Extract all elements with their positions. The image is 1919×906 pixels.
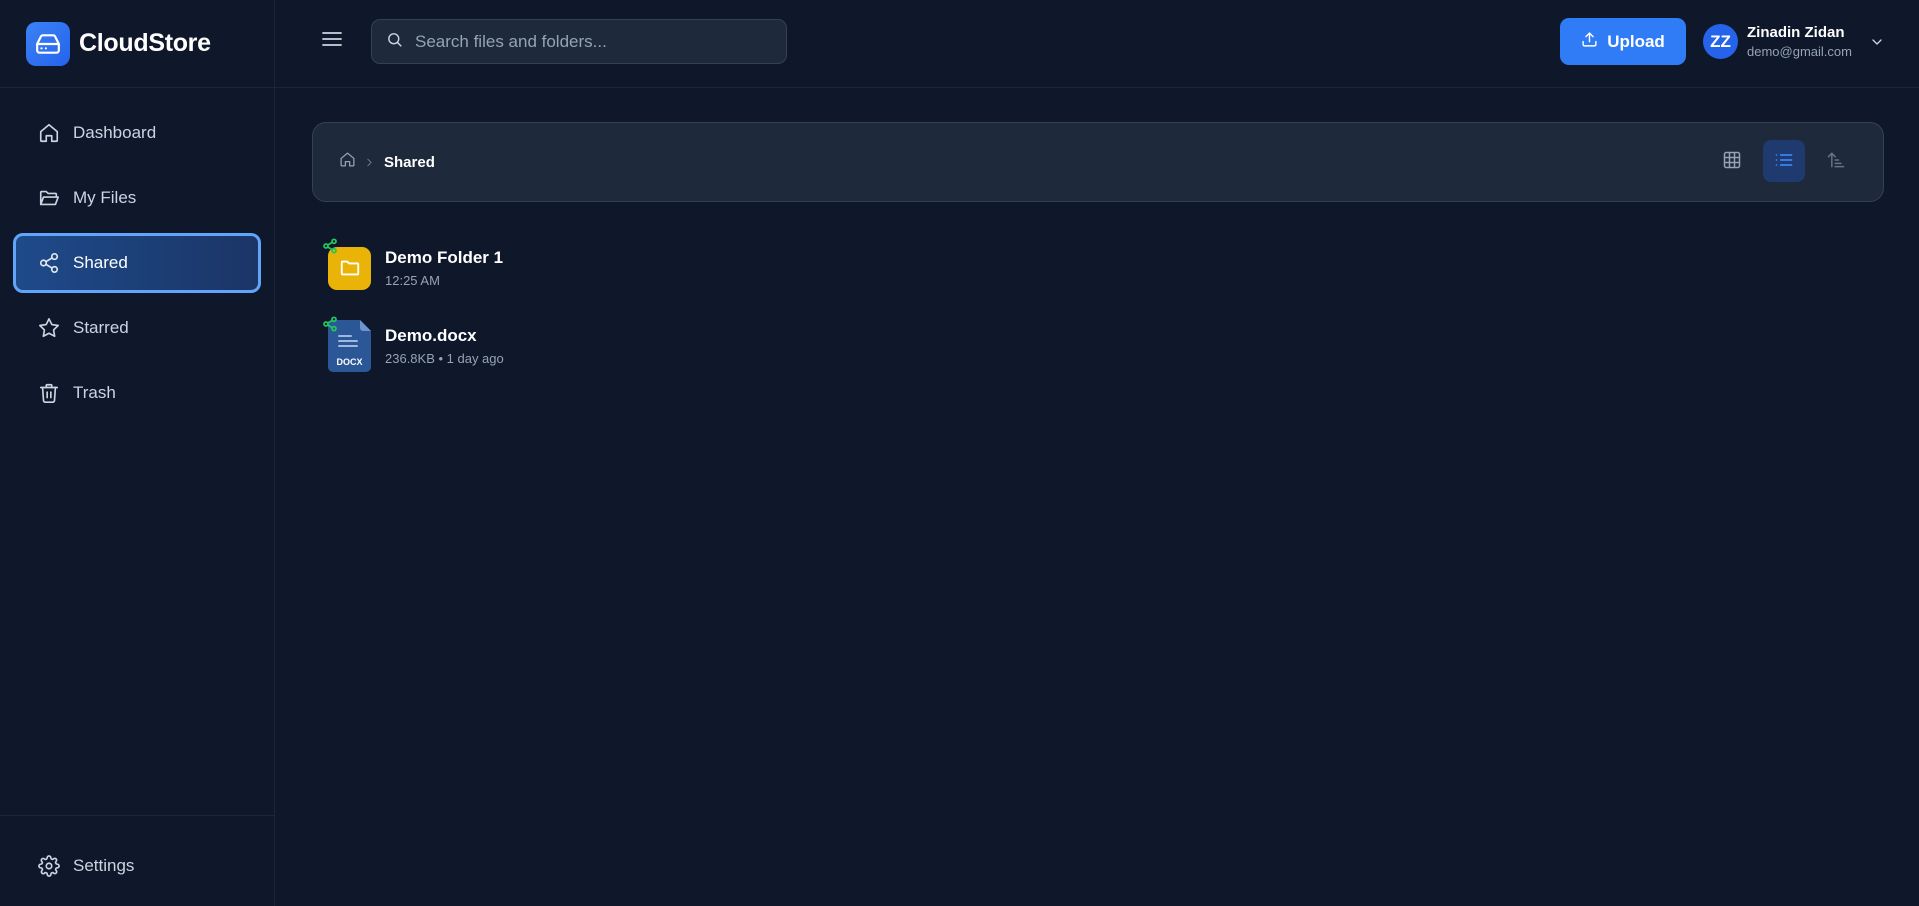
share-icon [37, 251, 61, 275]
brand-name: CloudStore [79, 29, 211, 57]
upload-button[interactable]: Upload [1560, 18, 1686, 65]
trash-icon [37, 381, 61, 405]
sidebar-item-label: Shared [73, 253, 128, 272]
list-view-button[interactable] [1763, 140, 1805, 182]
grid-view-button[interactable] [1711, 140, 1753, 182]
sidebar-nav: Dashboard My Files Shared Starred Trash [0, 88, 274, 433]
sidebar-item-label: Trash [73, 383, 116, 402]
file-details: 12:25 AM [385, 273, 440, 288]
list-icon [1774, 150, 1794, 173]
sidebar-item-starred[interactable]: Starred [13, 298, 261, 358]
user-name: Zinadin Zidan [1747, 24, 1845, 41]
file-name: Demo Folder 1 [385, 248, 504, 267]
sidebar-item-settings[interactable]: Settings [13, 836, 261, 896]
main-content: Shared Demo Folder 1 12:25 AM DOCX Demo.… [275, 89, 1919, 906]
toolbar: Shared [312, 122, 1884, 202]
sidebar-item-label: Starred [73, 318, 129, 337]
sidebar-item-shared[interactable]: Shared [13, 233, 261, 293]
search-box [371, 19, 787, 64]
breadcrumb-home[interactable] [339, 151, 356, 173]
user-info: Zinadin Zidan demo@gmail.com [1747, 24, 1852, 59]
search-input[interactable] [415, 20, 786, 63]
sidebar-item-trash[interactable]: Trash [13, 363, 261, 423]
file-meta: Demo.docx 236.8KB • 1 day ago [385, 326, 504, 366]
sidebar-item-label: Settings [73, 856, 135, 875]
brand[interactable]: CloudStore [0, 0, 274, 88]
file-row-folder[interactable]: Demo Folder 1 12:25 AM [323, 229, 504, 307]
sidebar-item-my-files[interactable]: My Files [13, 168, 261, 228]
home-icon [37, 121, 61, 145]
sidebar-item-dashboard[interactable]: Dashboard [13, 103, 261, 163]
hard-drive-icon [26, 21, 70, 66]
share-badge-icon [322, 316, 338, 332]
breadcrumb: Shared [339, 123, 435, 201]
upload-button-label: Upload [1607, 31, 1665, 51]
share-badge-icon [322, 238, 338, 254]
home-icon [339, 152, 356, 172]
sidebar-bottom: Settings [0, 815, 274, 906]
file-row-document[interactable]: DOCX Demo.docx 236.8KB • 1 day ago [323, 307, 504, 385]
gear-icon [37, 854, 61, 878]
file-name: Demo.docx [385, 326, 477, 345]
search-icon [386, 31, 403, 53]
user-email: demo@gmail.com [1747, 44, 1852, 59]
avatar: ZZ [1703, 24, 1738, 59]
file-details: 236.8KB • 1 day ago [385, 351, 504, 366]
file-icon: DOCX [323, 316, 371, 372]
grid-icon [1722, 150, 1742, 173]
upload-icon [1581, 31, 1598, 53]
file-list: Demo Folder 1 12:25 AM DOCX Demo.docx 23… [323, 229, 504, 385]
folder-open-icon [37, 186, 61, 210]
top-bar: Upload ZZ Zinadin Zidan demo@gmail.com [275, 0, 1919, 88]
file-icon [323, 238, 371, 294]
sort-ascending-icon [1826, 150, 1846, 173]
sort-button[interactable] [1815, 140, 1857, 182]
file-meta: Demo Folder 1 12:25 AM [385, 248, 503, 288]
user-menu[interactable]: ZZ Zinadin Zidan demo@gmail.com [1703, 18, 1903, 65]
chevron-down-icon [1869, 34, 1885, 50]
star-icon [37, 316, 61, 340]
chevron-right-icon [363, 156, 377, 169]
file-type-label: DOCX [336, 357, 363, 367]
menu-toggle-button[interactable] [320, 28, 344, 52]
sidebar-item-label: My Files [73, 188, 137, 207]
breadcrumb-current: Shared [384, 153, 435, 171]
sidebar: CloudStore Dashboard My Files Shared Sta… [0, 0, 275, 906]
sidebar-item-label: Dashboard [73, 123, 157, 142]
view-tools [1711, 140, 1857, 182]
hamburger-icon [320, 27, 344, 54]
